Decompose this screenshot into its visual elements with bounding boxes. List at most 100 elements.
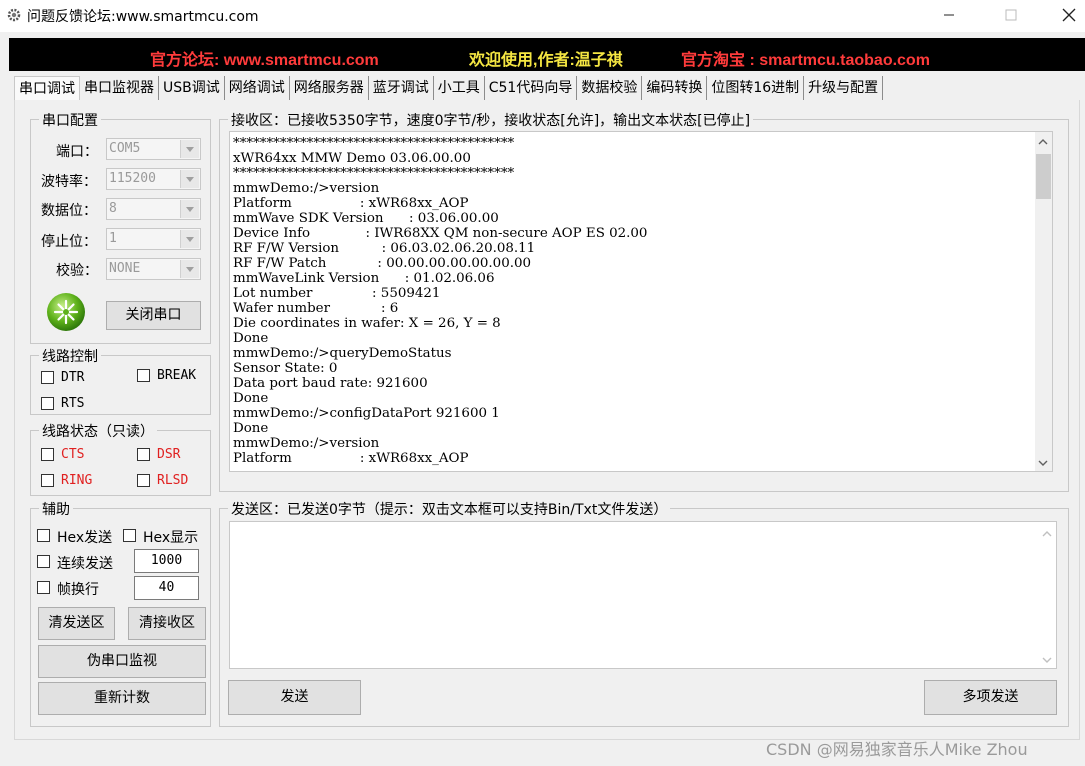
- receive-line: mmwDemo:/>configDataPort 921600 1: [233, 406, 500, 421]
- port-select[interactable]: COM5: [106, 138, 201, 160]
- cts-label: CTS: [61, 447, 85, 462]
- dsr-label: DSR: [157, 447, 181, 462]
- tab-upgrade-config[interactable]: 升级与配置: [804, 76, 884, 100]
- tab-network-debug[interactable]: 网络调试: [225, 76, 290, 100]
- hex-display-checkbox[interactable]: [123, 529, 136, 542]
- tab-bitmap-hex[interactable]: 位图转16进制: [707, 76, 805, 100]
- receive-line: Platform : xWR68xx_AOP: [233, 196, 469, 211]
- cts-checkbox: [41, 448, 54, 461]
- tab-bar: 串口调试 串口监视器 USB调试 网络调试 网络服务器 蓝牙调试 小工具 C51…: [14, 76, 884, 100]
- send-button[interactable]: 发送: [228, 680, 361, 715]
- chevron-down-icon[interactable]: [1037, 457, 1049, 467]
- frame-newline-label: 帧换行: [57, 582, 99, 598]
- stop-bits-value: 1: [109, 231, 117, 246]
- send-textarea[interactable]: [229, 521, 1057, 669]
- receive-line: mmWave SDK Version : 03.06.00.00: [233, 211, 499, 226]
- data-bits-label: 数据位：: [41, 203, 97, 219]
- tab-tools[interactable]: 小工具: [434, 76, 485, 100]
- data-bits-select[interactable]: 8: [106, 198, 201, 220]
- aux-title: 辅助: [39, 499, 73, 519]
- close-window-button[interactable]: [1046, 0, 1085, 30]
- close-icon: [1062, 8, 1076, 22]
- rlsd-checkbox: [137, 474, 150, 487]
- receive-line: Done: [233, 421, 269, 436]
- tab-c51-wizard[interactable]: C51代码向导: [485, 76, 578, 100]
- receive-line: Platform : xWR68xx_AOP: [233, 451, 469, 466]
- maximize-button[interactable]: [988, 0, 1034, 30]
- stop-bits-select[interactable]: 1: [106, 228, 201, 250]
- line-control-group: 线路控制: [30, 346, 211, 415]
- tab-bluetooth-debug[interactable]: 蓝牙调试: [369, 76, 434, 100]
- receive-textarea[interactable]: ****************************************…: [229, 131, 1053, 472]
- minimize-button[interactable]: [926, 0, 972, 30]
- chevron-down-icon: [180, 200, 199, 218]
- tab-network-server[interactable]: 网络服务器: [290, 76, 369, 100]
- window-title: 问题反馈论坛:www.smartmcu.com: [27, 9, 259, 25]
- hex-send-checkbox[interactable]: [37, 529, 50, 542]
- multi-send-button[interactable]: 多项发送: [924, 680, 1057, 715]
- receive-line: ****************************************…: [233, 166, 515, 181]
- hex-display-label: Hex显示: [143, 530, 199, 546]
- parity-select[interactable]: NONE: [106, 258, 201, 280]
- send-title: 发送区：已发送0字节（提示：双击文本框可以支持Bin/Txt文件发送）: [228, 499, 671, 519]
- frame-newline-checkbox[interactable]: [37, 581, 50, 594]
- continuous-send-label: 连续发送: [57, 556, 113, 572]
- receive-line: RF F/W Version : 06.03.02.06.20.08.11: [233, 241, 536, 256]
- parity-label: 校验：: [56, 263, 98, 279]
- receive-line: RF F/W Patch : 00.00.00.00.00.00.00: [233, 256, 532, 271]
- line-control-title: 线路控制: [39, 346, 101, 366]
- port-status-indicator-icon: [46, 292, 86, 332]
- port-value: COM5: [109, 141, 141, 156]
- gear-icon: [6, 7, 22, 23]
- rts-label: RTS: [61, 396, 85, 411]
- dtr-label: DTR: [61, 370, 85, 385]
- receive-scroll-thumb[interactable]: [1036, 154, 1051, 199]
- receive-scrollbar[interactable]: [1035, 132, 1052, 471]
- line-status-title: 线路状态（只读）: [39, 421, 157, 441]
- tab-serial-monitor[interactable]: 串口监视器: [80, 76, 159, 100]
- baud-select[interactable]: 115200: [106, 168, 201, 190]
- chevron-down-icon: [180, 170, 199, 188]
- send-scrollbar[interactable]: [1039, 522, 1056, 668]
- pseudo-monitor-button[interactable]: 伪串口监视: [38, 645, 206, 678]
- break-checkbox[interactable]: [137, 369, 150, 382]
- recount-button[interactable]: 重新计数: [38, 682, 206, 715]
- maximize-icon: [1005, 9, 1017, 21]
- banner-shop[interactable]: 官方淘宝 : smartmcu.taobao.com: [681, 46, 930, 70]
- receive-line: Lot number : 5509421: [233, 286, 441, 301]
- serial-config-title: 串口配置: [39, 110, 101, 130]
- dtr-checkbox[interactable]: [41, 371, 54, 384]
- chevron-down-icon[interactable]: [1041, 654, 1053, 664]
- tab-serial-debug[interactable]: 串口调试: [14, 76, 80, 100]
- rts-checkbox[interactable]: [41, 397, 54, 410]
- dsr-checkbox: [137, 448, 150, 461]
- port-label: 端口：: [56, 144, 98, 160]
- break-label: BREAK: [157, 368, 197, 383]
- receive-line: Data port baud rate: 921600: [233, 376, 428, 391]
- receive-line: mmWaveLink Version : 01.02.06.06: [233, 271, 495, 286]
- receive-line: Device Info : IWR68XX QM non-secure AOP …: [233, 226, 648, 241]
- chevron-down-icon: [180, 140, 199, 158]
- baud-value: 115200: [109, 171, 156, 186]
- hex-send-label: Hex发送: [57, 530, 113, 546]
- data-bits-value: 8: [109, 201, 117, 216]
- clear-receive-button[interactable]: 清接收区: [128, 607, 206, 640]
- frame-length-input[interactable]: 40: [134, 576, 199, 600]
- banner: 官方论坛: www.smartmcu.com 欢迎使用,作者:温子祺 官方淘宝 …: [9, 38, 1085, 71]
- tab-encoding-convert[interactable]: 编码转换: [642, 76, 708, 100]
- chevron-up-icon[interactable]: [1037, 136, 1049, 146]
- chevron-up-icon[interactable]: [1041, 528, 1053, 538]
- tab-usb-debug[interactable]: USB调试: [159, 76, 225, 100]
- receive-text: ****************************************…: [233, 136, 647, 466]
- receive-line: Die coordinates in wafer: X = 26, Y = 8: [233, 316, 501, 331]
- send-interval-input[interactable]: 1000: [134, 549, 199, 573]
- tab-data-checksum[interactable]: 数据校验: [577, 76, 643, 100]
- chevron-down-icon: [180, 260, 199, 278]
- clear-send-button[interactable]: 清发送区: [38, 607, 115, 640]
- banner-forum[interactable]: 官方论坛: www.smartmcu.com: [150, 46, 379, 70]
- parity-value: NONE: [109, 261, 141, 276]
- continuous-send-checkbox[interactable]: [37, 555, 50, 568]
- ring-label: RING: [61, 473, 93, 488]
- csdn-watermark: CSDN @网易独家音乐人Mike Zhou: [766, 740, 1028, 759]
- close-port-button[interactable]: 关闭串口: [106, 301, 201, 330]
